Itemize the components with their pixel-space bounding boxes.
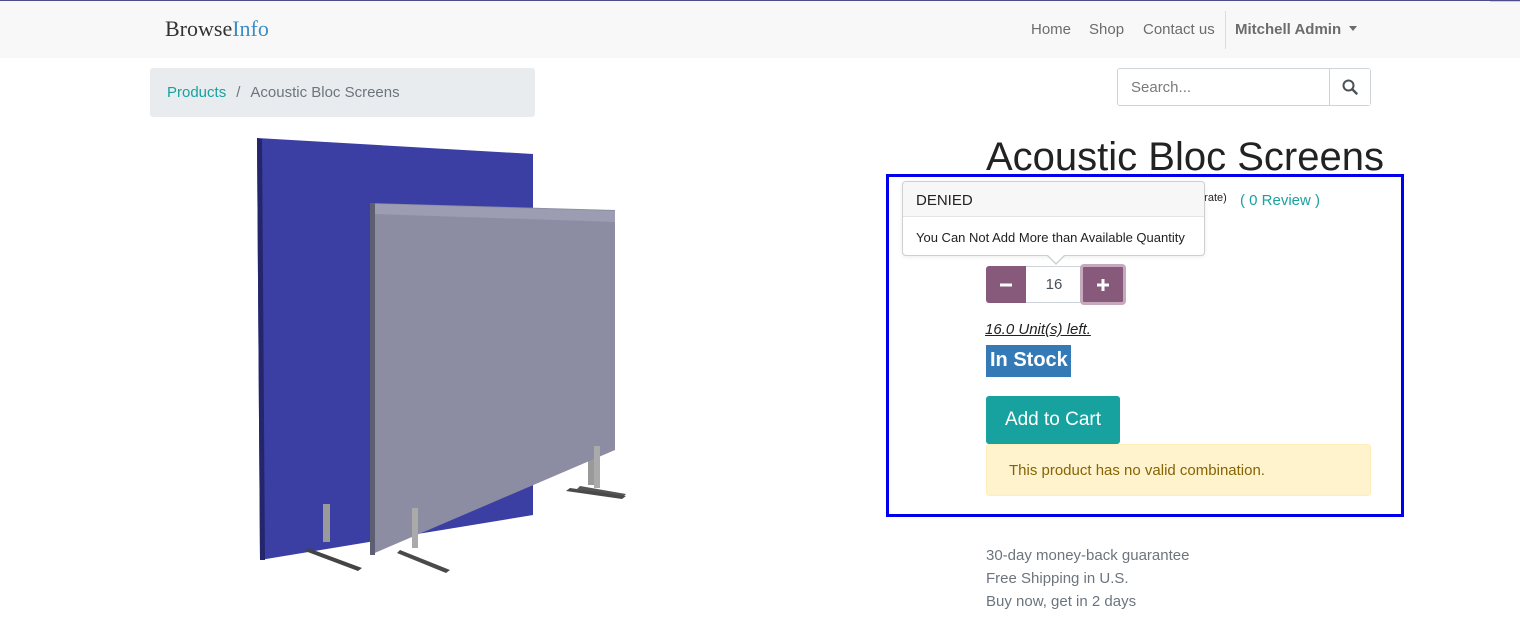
top-navbar: BrowseInfo Home Shop Contact us Mitchell… — [0, 1, 1520, 58]
units-left-text: 16.0 Unit(s) left. — [985, 321, 1091, 338]
add-to-cart-button[interactable]: Add to Cart — [986, 396, 1120, 444]
nav-link-home[interactable]: Home — [1031, 21, 1071, 38]
denied-popover: DENIED You Can Not Add More than Availab… — [902, 181, 1205, 265]
breadcrumb: Products / Acoustic Bloc Screens — [150, 68, 535, 117]
nav-link-shop[interactable]: Shop — [1089, 21, 1124, 38]
search-form — [1117, 68, 1371, 106]
stock-status-badge: In Stock — [986, 345, 1071, 377]
guarantee-free-shipping: Free Shipping in U.S. — [986, 570, 1129, 587]
breadcrumb-link-products[interactable]: Products — [167, 84, 226, 101]
search-button[interactable] — [1329, 69, 1370, 105]
breadcrumb-current: Acoustic Bloc Screens — [250, 84, 400, 101]
reviews-link[interactable]: ( 0 Review ) — [1240, 192, 1320, 209]
nav-link-contact-us[interactable]: Contact us — [1143, 21, 1215, 38]
search-icon — [1342, 79, 1358, 95]
breadcrumb-separator: / — [236, 84, 241, 101]
brand-logo-accent: Info — [232, 16, 269, 41]
guarantee-money-back: 30-day money-back guarantee — [986, 547, 1190, 564]
product-image — [250, 130, 640, 580]
popover-arrow — [1047, 255, 1065, 265]
quantity-input[interactable] — [1026, 266, 1082, 303]
popover-title: DENIED — [903, 182, 1204, 217]
user-menu-dropdown[interactable]: Mitchell Admin — [1235, 21, 1358, 38]
quantity-increase-button[interactable] — [1080, 264, 1126, 305]
search-input[interactable] — [1118, 69, 1329, 105]
chevron-down-icon — [1349, 25, 1358, 31]
quantity-decrease-button[interactable] — [986, 266, 1026, 303]
brand-logo-main: Browse — [165, 16, 233, 41]
brand-logo[interactable]: BrowseInfo — [165, 16, 269, 42]
guarantee-delivery: Buy now, get in 2 days — [986, 593, 1137, 610]
minus-icon — [1000, 283, 1012, 286]
popover-message: You Can Not Add More than Available Quan… — [916, 230, 1185, 245]
plus-icon — [1097, 278, 1109, 291]
navbar-corner-line — [1490, 1, 1520, 5]
nav-divider — [1225, 11, 1226, 49]
invalid-combination-alert: This product has no valid combination. — [986, 444, 1371, 496]
user-name: Mitchell Admin — [1235, 21, 1342, 38]
guarantee-list: 30-day money-back guarantee Free Shippin… — [986, 544, 1189, 613]
